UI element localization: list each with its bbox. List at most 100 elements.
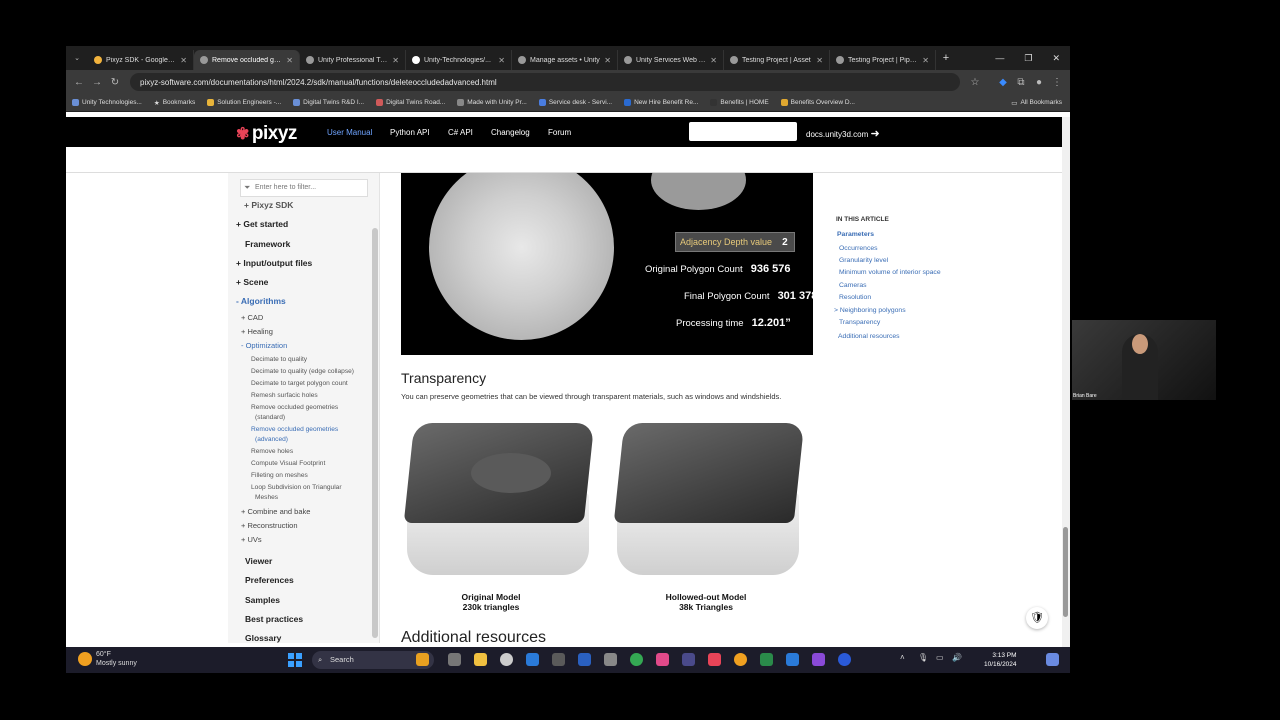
vscode-icon[interactable] bbox=[786, 653, 799, 666]
toc-item-granularity[interactable]: Granularity level bbox=[839, 257, 888, 264]
close-tab-icon[interactable]: ✕ bbox=[604, 56, 611, 65]
sidebar-item-advanced-suffix[interactable]: (advanced) bbox=[255, 435, 288, 445]
tab[interactable]: Manage assets • Unity ✕ bbox=[512, 50, 618, 70]
extension-icon[interactable]: ◆ bbox=[994, 77, 1012, 88]
nav-csharp-api[interactable]: C# API bbox=[448, 128, 473, 137]
close-tab-icon[interactable]: ✕ bbox=[816, 56, 823, 65]
bookmark-item[interactable]: New Hire Benefit Re... bbox=[624, 99, 698, 106]
pixyz-logo[interactable]: ✾ pixyz bbox=[236, 123, 297, 145]
pixyz-app-icon[interactable] bbox=[708, 653, 721, 666]
bookmark-item[interactable]: Service desk - Servi... bbox=[538, 99, 612, 106]
toc-item-neighboring[interactable]: > Neighboring polygons bbox=[834, 307, 906, 314]
task-view-icon[interactable] bbox=[448, 653, 461, 666]
bookmark-item[interactable]: Unity Technologies... bbox=[72, 99, 142, 106]
bookmark-item[interactable]: Digital Twins R&D I... bbox=[293, 99, 364, 106]
snipping-tool-icon[interactable] bbox=[682, 653, 695, 666]
sidebar-item-decimate-quality[interactable]: Decimate to quality bbox=[251, 355, 307, 365]
chrome-icon[interactable] bbox=[630, 653, 643, 666]
new-tab-icon[interactable]: + bbox=[936, 52, 956, 64]
sidebar-item-viewer[interactable]: Viewer bbox=[245, 556, 272, 566]
sidebar-item-decimate-target[interactable]: Decimate to target polygon count bbox=[251, 379, 348, 389]
menu-kebab-icon[interactable]: ⋮ bbox=[1048, 77, 1066, 88]
tab[interactable]: Testing Project | Pipeline ✕ bbox=[830, 50, 936, 70]
taskbar-clock[interactable]: 3:13 PM 10/16/2024 bbox=[984, 651, 1017, 669]
close-window-icon[interactable]: ✕ bbox=[1052, 53, 1060, 64]
close-tab-icon[interactable]: ✕ bbox=[180, 56, 187, 65]
weather-widget[interactable]: 60°F Mostly sunny bbox=[78, 650, 137, 668]
alien-app-icon[interactable] bbox=[500, 653, 513, 666]
sidebar-item-uvs[interactable]: + UVs bbox=[241, 535, 262, 544]
nav-python-api[interactable]: Python API bbox=[390, 128, 430, 137]
reload-icon[interactable]: ↻ bbox=[106, 77, 124, 88]
close-tab-icon[interactable]: ✕ bbox=[922, 56, 929, 65]
bookmark-item[interactable]: Made with Unity Pr... bbox=[457, 99, 527, 106]
copilot-icon[interactable] bbox=[1046, 653, 1059, 666]
sidebar-item-healing[interactable]: + Healing bbox=[241, 327, 273, 336]
docs-link[interactable]: docs.unity3d.com ➜ bbox=[806, 127, 880, 140]
page-scrollbar[interactable] bbox=[1062, 117, 1070, 647]
forward-icon[interactable]: → bbox=[88, 77, 106, 88]
sidebar-item-glossary[interactable]: Glossary bbox=[245, 633, 281, 643]
bookmark-item[interactable]: Digital Twins Road... bbox=[376, 99, 445, 106]
sidebar-item-remove-occluded-advanced[interactable]: Remove occluded geometries bbox=[251, 425, 338, 435]
sidebar-item-get-started[interactable]: + Get started bbox=[236, 219, 288, 229]
sidebar-item-algorithms[interactable]: - Algorithms bbox=[236, 296, 286, 306]
sidebar-item-preferences[interactable]: Preferences bbox=[245, 575, 294, 585]
sidebar-item-loop-subdivision[interactable]: Loop Subdivision on Triangular bbox=[251, 483, 342, 493]
sidebar-item-framework[interactable]: Framework bbox=[245, 239, 290, 249]
nav-user-manual[interactable]: User Manual bbox=[327, 128, 372, 137]
tab[interactable]: Unity Professional Training✕ bbox=[300, 50, 406, 70]
tray-chevron-icon[interactable]: ˄ bbox=[900, 653, 905, 662]
sidebar-item-visual-footprint[interactable]: Compute Visual Footprint bbox=[251, 459, 325, 469]
maps-pin-icon[interactable] bbox=[578, 653, 591, 666]
close-tab-icon[interactable]: ✕ bbox=[286, 56, 293, 65]
sidebar-item-remove-occluded-standard[interactable]: Remove occluded geometries bbox=[251, 403, 338, 413]
toc-item-minimum-volume[interactable]: Minimum volume of interior space bbox=[839, 269, 941, 276]
sidebar-item-optimization[interactable]: - Optimization bbox=[241, 341, 287, 350]
toc-item-resolution[interactable]: Resolution bbox=[839, 294, 871, 301]
tab[interactable]: Testing Project | Asset ✕ bbox=[724, 50, 830, 70]
profile-avatar-icon[interactable]: ● bbox=[1030, 77, 1048, 88]
sidebar-item-filleting[interactable]: Filleting on meshes bbox=[251, 471, 308, 481]
close-tab-icon[interactable]: ✕ bbox=[710, 56, 717, 65]
close-tab-icon[interactable]: ✕ bbox=[392, 56, 399, 65]
display-icon[interactable]: ▭ bbox=[936, 653, 944, 662]
taskbar-app-icon[interactable] bbox=[416, 653, 429, 666]
close-tab-icon[interactable]: ✕ bbox=[498, 56, 505, 65]
all-bookmarks[interactable]: ▭ All Bookmarks bbox=[1011, 99, 1070, 107]
sidebar-item-input-output[interactable]: + Input/output files bbox=[236, 258, 312, 268]
microphone-icon[interactable]: 🎙 bbox=[918, 653, 928, 662]
bookmark-star-icon[interactable]: ☆ bbox=[966, 77, 984, 88]
bookmark-item[interactable]: Benefits Overview D... bbox=[780, 99, 855, 106]
restore-icon[interactable]: ❐ bbox=[1024, 53, 1032, 64]
toc-item-parameters[interactable]: Parameters bbox=[837, 231, 874, 238]
sidebar-item-cad[interactable]: + CAD bbox=[241, 313, 263, 322]
shield-check-icon[interactable]: 🛡 bbox=[1026, 607, 1048, 629]
tab[interactable]: Unity Services Web App ✕ bbox=[618, 50, 724, 70]
sidebar-item-best-practices[interactable]: Best practices bbox=[245, 614, 303, 624]
site-search-input[interactable] bbox=[689, 122, 797, 141]
toc-item-cameras[interactable]: Cameras bbox=[839, 282, 867, 289]
bookmark-item[interactable]: ★ Bookmarks bbox=[154, 99, 195, 107]
volume-icon[interactable]: 🔊 bbox=[952, 653, 962, 662]
toc-item-additional[interactable]: Additional resources bbox=[838, 333, 900, 340]
sidebar-item-combine-bake[interactable]: + Combine and bake bbox=[241, 507, 310, 516]
tab-active[interactable]: Remove occluded geometries✕ bbox=[194, 50, 300, 70]
tab[interactable]: Unity-Technologies/... ✕ bbox=[406, 50, 512, 70]
sidebar-item-pixyz-sdk[interactable]: + Pixyz SDK bbox=[244, 200, 293, 210]
chrome-canary-icon[interactable] bbox=[734, 653, 747, 666]
excel-icon[interactable] bbox=[760, 653, 773, 666]
bookmark-item[interactable]: Benefits | HOME bbox=[710, 99, 769, 106]
sidebar-item-remove-holes[interactable]: Remove holes bbox=[251, 447, 293, 457]
minimize-icon[interactable]: — bbox=[995, 53, 1004, 64]
visual-studio-icon[interactable] bbox=[812, 653, 825, 666]
windows-start-icon[interactable] bbox=[288, 653, 302, 667]
sidebar-item-decimate-edge[interactable]: Decimate to quality (edge collapse) bbox=[251, 367, 354, 377]
extensions-puzzle-icon[interactable]: ⧉ bbox=[1012, 77, 1030, 88]
store-icon[interactable] bbox=[526, 653, 539, 666]
sidebar-item-meshes[interactable]: Meshes bbox=[255, 493, 278, 503]
toc-item-transparency[interactable]: Transparency bbox=[839, 319, 880, 326]
nav-changelog[interactable]: Changelog bbox=[491, 128, 530, 137]
sidebar-item-scene[interactable]: + Scene bbox=[236, 277, 268, 287]
sidebar-item-samples[interactable]: Samples bbox=[245, 595, 280, 605]
